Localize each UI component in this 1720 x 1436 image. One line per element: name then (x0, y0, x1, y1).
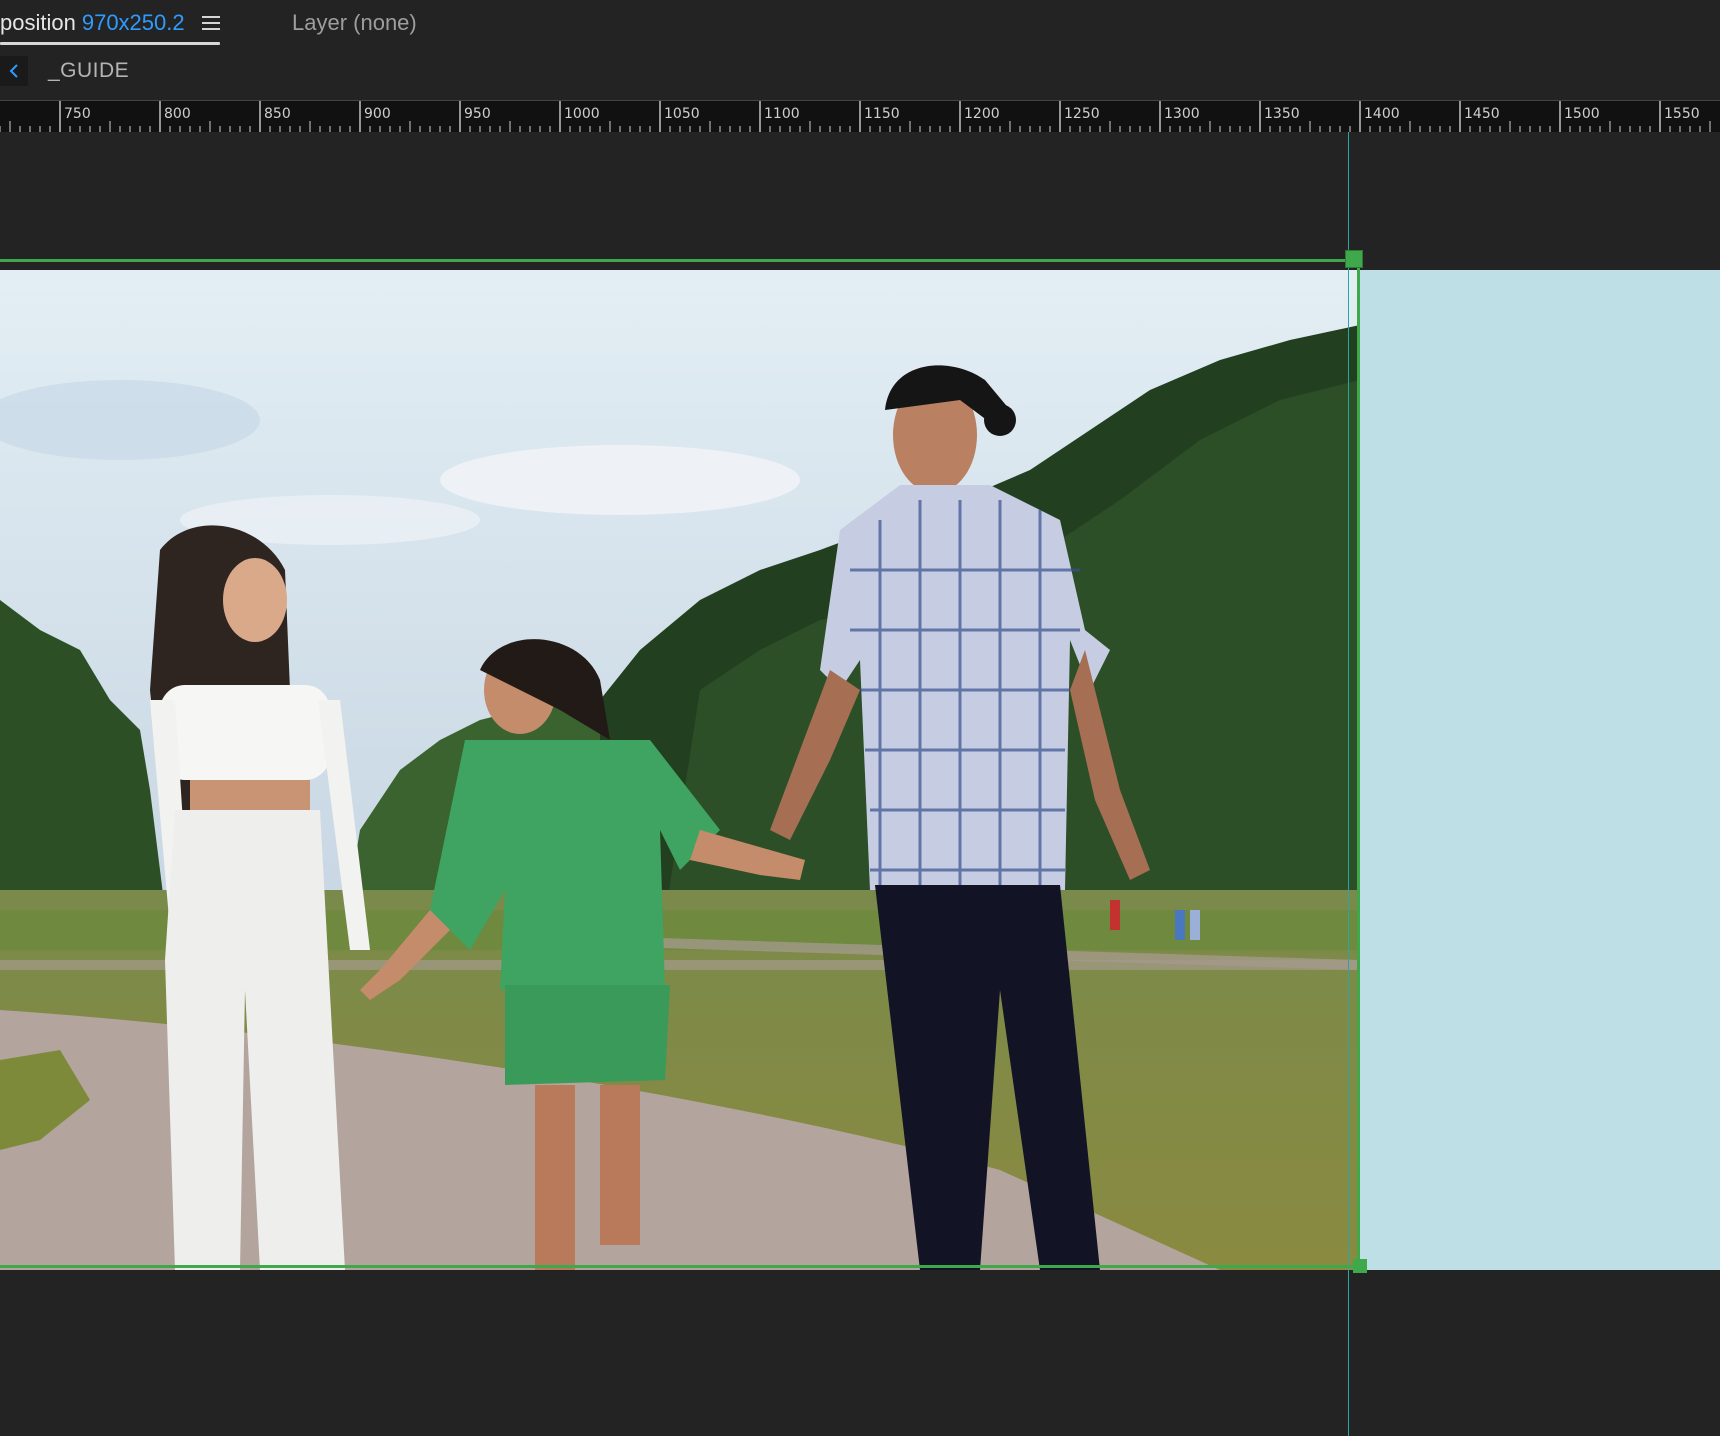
composition-size: 970x250.2 (81, 10, 185, 35)
tab-composition[interactable]: position 970x250.2 (0, 0, 220, 46)
ruler-tick-label: 950 (464, 106, 491, 122)
tab-layer[interactable]: Layer (none) (292, 10, 417, 36)
back-button[interactable] (0, 56, 28, 86)
transform-handle-top-right[interactable] (1345, 250, 1363, 268)
horizontal-ruler[interactable]: 750 800 850 900 950 1000 1050 1100 1150 1200 1250 1… (0, 100, 1720, 133)
transparency-background (1360, 270, 1720, 1270)
layer-bounds-bottom (0, 1265, 1359, 1268)
ruler-ticks: 750 800 850 900 950 1000 1050 1100 1150 1200 1250 1… (0, 101, 1711, 133)
hamburger-menu-icon[interactable] (202, 12, 222, 34)
breadcrumb-guide[interactable]: _GUIDE (48, 59, 129, 83)
chevron-left-icon (9, 64, 18, 78)
ruler-tick-label: 1500 (1564, 106, 1600, 122)
ruler-tick-label: 900 (364, 106, 391, 122)
ruler-tick-label: 1400 (1364, 106, 1400, 122)
ruler-tick-label: 1450 (1464, 106, 1500, 122)
ruler-tick-label: 1350 (1264, 106, 1300, 122)
active-tab-indicator (0, 42, 220, 45)
vertical-guide-line[interactable] (1348, 132, 1349, 1436)
ruler-tick-label: 1250 (1064, 106, 1100, 122)
photo-illustration (0, 270, 1360, 1270)
layer-bounds-right (1357, 259, 1360, 1267)
video-frame-family-walking[interactable] (0, 270, 1360, 1270)
tab-composition-title: position (0, 10, 76, 35)
ruler-tick-label: 1300 (1164, 106, 1200, 122)
ruler-tick-label: 1550 (1664, 106, 1700, 122)
ruler-tick-label: 1050 (664, 106, 700, 122)
tab-composition-label: position 970x250.2 (0, 10, 185, 36)
layer-bounds-top (0, 259, 1359, 262)
composition-panel-tabbar (0, 0, 1720, 48)
ruler-tick-label: 1000 (564, 106, 600, 122)
ruler-tick-label: 1100 (764, 106, 800, 122)
transform-handle-bottom-right[interactable] (1353, 1259, 1367, 1273)
ruler-tick-label: 800 (164, 106, 191, 122)
ruler-tick-label: 750 (64, 106, 91, 122)
composition-navigator (0, 48, 1720, 98)
ruler-tick-label: 1150 (864, 106, 900, 122)
ruler-tick-label: 850 (264, 106, 291, 122)
ruler-tick-label: 1200 (964, 106, 1000, 122)
